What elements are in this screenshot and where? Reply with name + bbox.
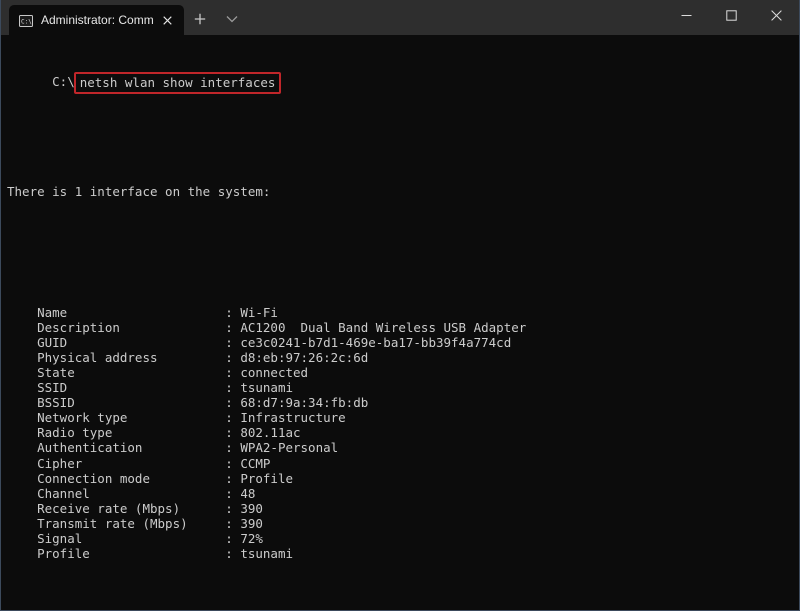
console-text: C:\ netsh wlan show interfaces There is 1… xyxy=(7,41,799,610)
property-label: Authentication xyxy=(7,440,225,455)
property-value: ce3c0241-b7d1-469e-ba17-bb39f4a774cd xyxy=(240,335,511,350)
property-separator: : xyxy=(225,320,240,335)
property-separator: : xyxy=(225,335,240,350)
window-controls xyxy=(664,0,799,35)
property-label: SSID xyxy=(7,380,225,395)
blank-line xyxy=(7,606,799,610)
property-value: Profile xyxy=(240,471,293,486)
interface-property-row: SSID : tsunami xyxy=(7,380,799,395)
property-separator: : xyxy=(225,410,240,425)
interface-property-row: Physical address : d8:eb:97:26:2c:6d xyxy=(7,350,799,365)
interface-property-row: Radio type : 802.11ac xyxy=(7,425,799,440)
interface-property-row: Network type : Infrastructure xyxy=(7,410,799,425)
property-value: Wi-Fi xyxy=(240,305,278,320)
property-label: Connection mode xyxy=(7,471,225,486)
interface-property-row: Profile : tsunami xyxy=(7,546,799,561)
property-label: Physical address xyxy=(7,350,225,365)
property-separator: : xyxy=(225,365,240,380)
property-separator: : xyxy=(225,516,240,531)
property-label: Radio type xyxy=(7,425,225,440)
svg-text:C:\: C:\ xyxy=(21,19,32,26)
property-value: 72% xyxy=(240,531,263,546)
interface-property-row: Signal : 72% xyxy=(7,531,799,546)
property-value: 48 xyxy=(240,486,255,501)
property-label: State xyxy=(7,365,225,380)
property-separator: : xyxy=(225,305,240,320)
property-separator: : xyxy=(225,471,240,486)
interface-property-row: State : connected xyxy=(7,365,799,380)
property-label: Profile xyxy=(7,546,225,561)
property-value: 68:d7:9a:34:fb:db xyxy=(240,395,368,410)
property-label: Network type xyxy=(7,410,225,425)
property-label: Description xyxy=(7,320,225,335)
interface-properties: Name : Wi-Fi Description : AC1200 Dual B… xyxy=(7,305,799,562)
property-separator: : xyxy=(225,425,240,440)
interface-property-row: Cipher : CCMP xyxy=(7,456,799,471)
property-separator: : xyxy=(225,531,240,546)
property-label: Cipher xyxy=(7,456,225,471)
interface-property-row: Transmit rate (Mbps) : 390 xyxy=(7,516,799,531)
command-prompt-window: C:\ Administrator: Command Promp xyxy=(0,0,800,611)
property-value: connected xyxy=(240,365,308,380)
property-separator: : xyxy=(225,395,240,410)
property-label: Signal xyxy=(7,531,225,546)
property-label: Name xyxy=(7,305,225,320)
property-value: tsunami xyxy=(240,380,293,395)
property-value: Infrastructure xyxy=(240,410,345,425)
property-value: 802.11ac xyxy=(240,425,300,440)
command-highlight-box: netsh wlan show interfaces xyxy=(74,72,282,94)
maximize-button[interactable] xyxy=(709,0,754,30)
property-label: BSSID xyxy=(7,395,225,410)
property-value: CCMP xyxy=(240,456,270,471)
property-value: 390 xyxy=(240,501,263,516)
property-separator: : xyxy=(225,501,240,516)
property-value: d8:eb:97:26:2c:6d xyxy=(240,350,368,365)
interface-property-row: Connection mode : Profile xyxy=(7,471,799,486)
interface-property-row: Name : Wi-Fi xyxy=(7,305,799,320)
console-output-area[interactable]: C:\ netsh wlan show interfaces There is 1… xyxy=(1,35,799,610)
property-label: Receive rate (Mbps) xyxy=(7,501,225,516)
command-text: netsh wlan show interfaces xyxy=(80,75,276,90)
property-separator: : xyxy=(225,350,240,365)
interface-property-row: BSSID : 68:d7:9a:34:fb:db xyxy=(7,395,799,410)
property-separator: : xyxy=(225,456,240,471)
interface-property-row: Description : AC1200 Dual Band Wireless … xyxy=(7,320,799,335)
tab-title: Administrator: Command Promp xyxy=(41,13,154,27)
interface-property-row: Channel : 48 xyxy=(7,486,799,501)
property-label: Transmit rate (Mbps) xyxy=(7,516,225,531)
blank-line xyxy=(7,123,799,138)
property-separator: : xyxy=(225,440,240,455)
title-bar[interactable]: C:\ Administrator: Command Promp xyxy=(1,0,799,35)
prompt-label: C:\ xyxy=(52,74,75,89)
interface-property-row: Authentication : WPA2-Personal xyxy=(7,440,799,455)
property-value: AC1200 Dual Band Wireless USB Adapter xyxy=(240,320,526,335)
property-separator: : xyxy=(225,380,240,395)
close-button[interactable] xyxy=(754,0,799,30)
new-tab-button[interactable] xyxy=(184,4,216,34)
blank-line xyxy=(7,244,799,259)
chevron-down-icon[interactable] xyxy=(216,4,248,34)
property-separator: : xyxy=(225,546,240,561)
property-label: GUID xyxy=(7,335,225,350)
property-value: 390 xyxy=(240,516,263,531)
summary-line: There is 1 interface on the system: xyxy=(7,184,799,199)
command-line: C:\ netsh wlan show interfaces xyxy=(52,71,281,93)
tab-strip: C:\ Administrator: Command Promp xyxy=(1,0,248,35)
property-separator: : xyxy=(225,486,240,501)
property-label: Channel xyxy=(7,486,225,501)
property-value: WPA2-Personal xyxy=(240,440,338,455)
console-icon: C:\ xyxy=(19,14,33,26)
interface-property-row: Receive rate (Mbps) : 390 xyxy=(7,501,799,516)
tab-close-icon[interactable] xyxy=(156,9,178,31)
interface-property-row: GUID : ce3c0241-b7d1-469e-ba17-bb39f4a77… xyxy=(7,335,799,350)
property-value: tsunami xyxy=(240,546,293,561)
minimize-button[interactable] xyxy=(664,0,709,30)
tab-command-prompt[interactable]: C:\ Administrator: Command Promp xyxy=(9,5,184,35)
